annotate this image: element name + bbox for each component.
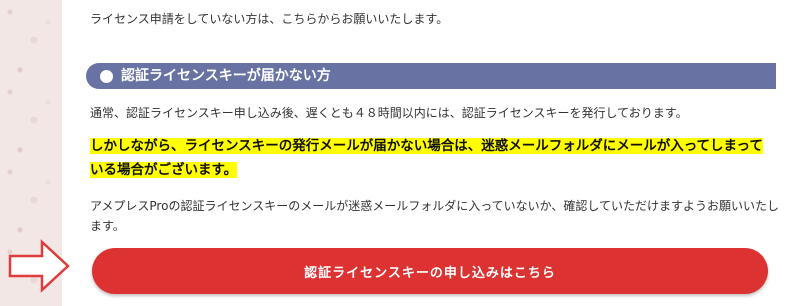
highlighted-warning: しかしながら、ライセンスキーの発行メールが届かない場合は、迷惑メールフォルダにメ…	[90, 134, 774, 182]
license-application-button[interactable]: 認証ライセンスキーの申し込みはこちら	[92, 248, 768, 294]
intro-text: ライセンス申請をしていない方は、こちらからお願いいたします。	[90, 12, 449, 26]
highlighted-warning-text: しかしながら、ライセンスキーの発行メールが届かない場合は、迷惑メールフォルダにメ…	[90, 138, 763, 178]
section-heading-text: 認証ライセンスキーが届かない方	[121, 68, 331, 84]
main-content: ライセンス申請をしていない方は、こちらからお願いいたします。 認証ライセンスキー…	[62, 0, 800, 306]
bullet-circle-icon	[100, 69, 113, 83]
section-heading: 認証ライセンスキーが届かない方	[86, 63, 776, 89]
info-paragraph: 通常、認証ライセンスキー申し込み後、遅くとも４８時間以内には、認証ライセンスキー…	[90, 106, 688, 120]
spam-check-paragraph: アメプレスProの認証ライセンスキーのメールが迷惑メールフォルダに入っていないか…	[90, 199, 780, 233]
right-arrow-icon	[8, 239, 70, 293]
